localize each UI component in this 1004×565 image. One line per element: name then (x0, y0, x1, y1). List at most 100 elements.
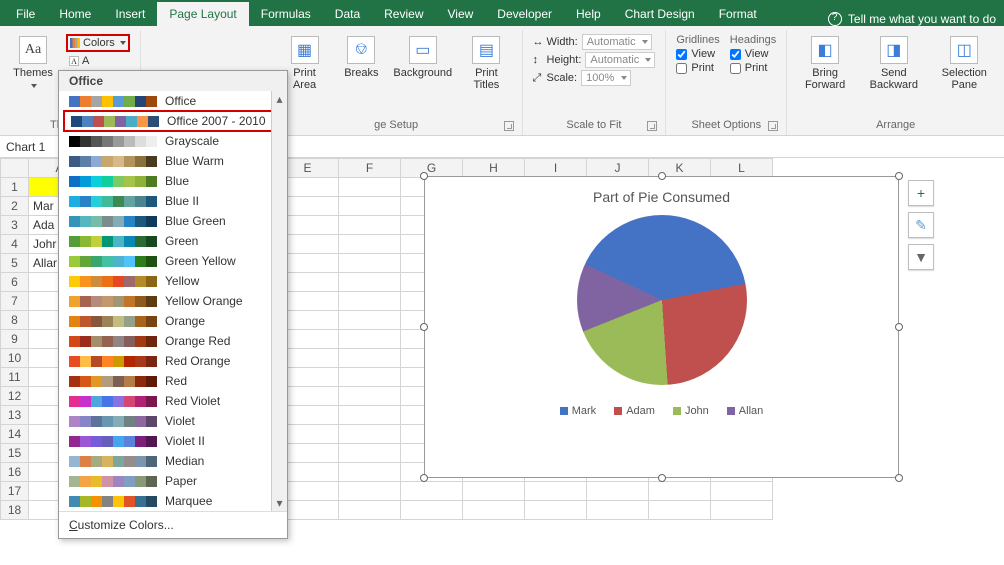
color-theme-item[interactable]: Red Orange (59, 351, 287, 371)
background-button[interactable]: ▭Background (394, 32, 451, 83)
scale-height-combo[interactable]: Automatic (585, 52, 655, 68)
row-header[interactable]: 3 (1, 216, 29, 235)
cell[interactable] (525, 501, 587, 520)
cell[interactable] (339, 406, 401, 425)
color-theme-item[interactable]: Grayscale (59, 131, 287, 151)
resize-handle[interactable] (658, 474, 666, 482)
cell[interactable] (339, 349, 401, 368)
send-backward-button[interactable]: ◨Send Backward (863, 32, 925, 95)
fonts-button[interactable]: AA (66, 54, 130, 68)
row-header[interactable]: 1 (1, 178, 29, 197)
tab-review[interactable]: Review (372, 2, 435, 26)
cell[interactable] (401, 501, 463, 520)
breaks-button[interactable]: ⎊Breaks (338, 32, 384, 83)
color-theme-item[interactable]: Yellow Orange (59, 291, 287, 311)
chart-title[interactable]: Part of Pie Consumed (425, 177, 898, 209)
scale-width-combo[interactable]: Automatic (582, 34, 652, 50)
select-all-corner[interactable] (1, 159, 29, 178)
resize-handle[interactable] (895, 323, 903, 331)
cell[interactable] (711, 501, 773, 520)
tell-me-box[interactable]: Tell me what you want to do (820, 12, 1004, 26)
cell[interactable] (339, 425, 401, 444)
row-header[interactable]: 5 (1, 254, 29, 273)
cell[interactable] (649, 482, 711, 501)
chart-styles-button[interactable]: ✎ (908, 212, 934, 238)
row-header[interactable]: 17 (1, 482, 29, 501)
cell[interactable] (711, 482, 773, 501)
cell[interactable] (587, 482, 649, 501)
color-theme-item[interactable]: Blue (59, 171, 287, 191)
row-header[interactable]: 8 (1, 311, 29, 330)
col-header[interactable]: I (525, 159, 587, 178)
scroll-up-icon[interactable]: ▴ (272, 91, 287, 107)
cell[interactable] (339, 463, 401, 482)
row-header[interactable]: 9 (1, 330, 29, 349)
tab-home[interactable]: Home (47, 2, 103, 26)
color-theme-item[interactable]: Orange Red (59, 331, 287, 351)
row-header[interactable]: 4 (1, 235, 29, 254)
customize-colors-item[interactable]: Customize Colors... (59, 511, 287, 538)
tab-insert[interactable]: Insert (103, 2, 157, 26)
color-theme-item[interactable]: Blue Green (59, 211, 287, 231)
cell[interactable] (463, 501, 525, 520)
tab-page-layout[interactable]: Page Layout (157, 2, 248, 26)
col-header[interactable]: G (401, 159, 463, 178)
cell[interactable] (339, 197, 401, 216)
color-theme-item[interactable]: Office (59, 91, 287, 111)
row-header[interactable]: 16 (1, 463, 29, 482)
col-header[interactable]: F (339, 159, 401, 178)
resize-handle[interactable] (658, 172, 666, 180)
color-theme-item[interactable]: Green Yellow (59, 251, 287, 271)
cell[interactable] (525, 482, 587, 501)
cell[interactable] (339, 178, 401, 197)
chart-legend[interactable]: MarkAdamJohnAllan (425, 405, 898, 417)
resize-handle[interactable] (420, 172, 428, 180)
color-theme-item[interactable]: Red Violet (59, 391, 287, 411)
row-header[interactable]: 2 (1, 197, 29, 216)
cell[interactable] (463, 482, 525, 501)
chart-filters-button[interactable]: ▼ (908, 244, 934, 270)
row-header[interactable]: 11 (1, 368, 29, 387)
themes-button[interactable]: Aa Themes (10, 32, 56, 95)
color-theme-item[interactable]: Orange (59, 311, 287, 331)
pie-chart-plot[interactable] (577, 215, 747, 385)
cell[interactable] (339, 311, 401, 330)
cell[interactable] (401, 482, 463, 501)
color-theme-item[interactable]: Office 2007 - 2010 (63, 110, 283, 132)
tab-developer[interactable]: Developer (485, 2, 564, 26)
col-header[interactable]: H (463, 159, 525, 178)
cell[interactable] (339, 368, 401, 387)
resize-handle[interactable] (895, 474, 903, 482)
tab-view[interactable]: View (436, 2, 486, 26)
cell[interactable] (587, 501, 649, 520)
row-header[interactable]: 12 (1, 387, 29, 406)
legend-item[interactable]: Adam (614, 405, 655, 417)
dialog-launcher-sheet-options[interactable] (768, 121, 778, 131)
dropdown-scrollbar[interactable]: ▴▾ (271, 91, 287, 511)
legend-item[interactable]: Mark (560, 405, 596, 417)
cell[interactable] (339, 254, 401, 273)
row-header[interactable]: 15 (1, 444, 29, 463)
color-theme-item[interactable]: Green (59, 231, 287, 251)
scale-pct-combo[interactable]: 100% (581, 70, 631, 86)
color-theme-item[interactable]: Violet II (59, 431, 287, 451)
cell[interactable] (339, 273, 401, 292)
bring-forward-button[interactable]: ◧Bring Forward (797, 32, 853, 95)
color-theme-item[interactable]: Red (59, 371, 287, 391)
gridlines-print-check[interactable] (676, 63, 687, 74)
cell[interactable] (339, 216, 401, 235)
dialog-launcher-page-setup[interactable] (504, 121, 514, 131)
color-theme-item[interactable]: Paper (59, 471, 287, 491)
color-theme-item[interactable]: Violet (59, 411, 287, 431)
tab-formulas[interactable]: Formulas (249, 2, 323, 26)
tab-chart-design[interactable]: Chart Design (613, 2, 707, 26)
col-header[interactable]: J (587, 159, 649, 178)
row-header[interactable]: 18 (1, 501, 29, 520)
cell[interactable] (339, 501, 401, 520)
tab-format[interactable]: Format (707, 2, 769, 26)
cell[interactable] (339, 330, 401, 349)
gridlines-view-check[interactable] (676, 49, 687, 60)
tab-help[interactable]: Help (564, 2, 613, 26)
color-theme-item[interactable]: Marquee (59, 491, 287, 511)
legend-item[interactable]: John (673, 405, 709, 417)
